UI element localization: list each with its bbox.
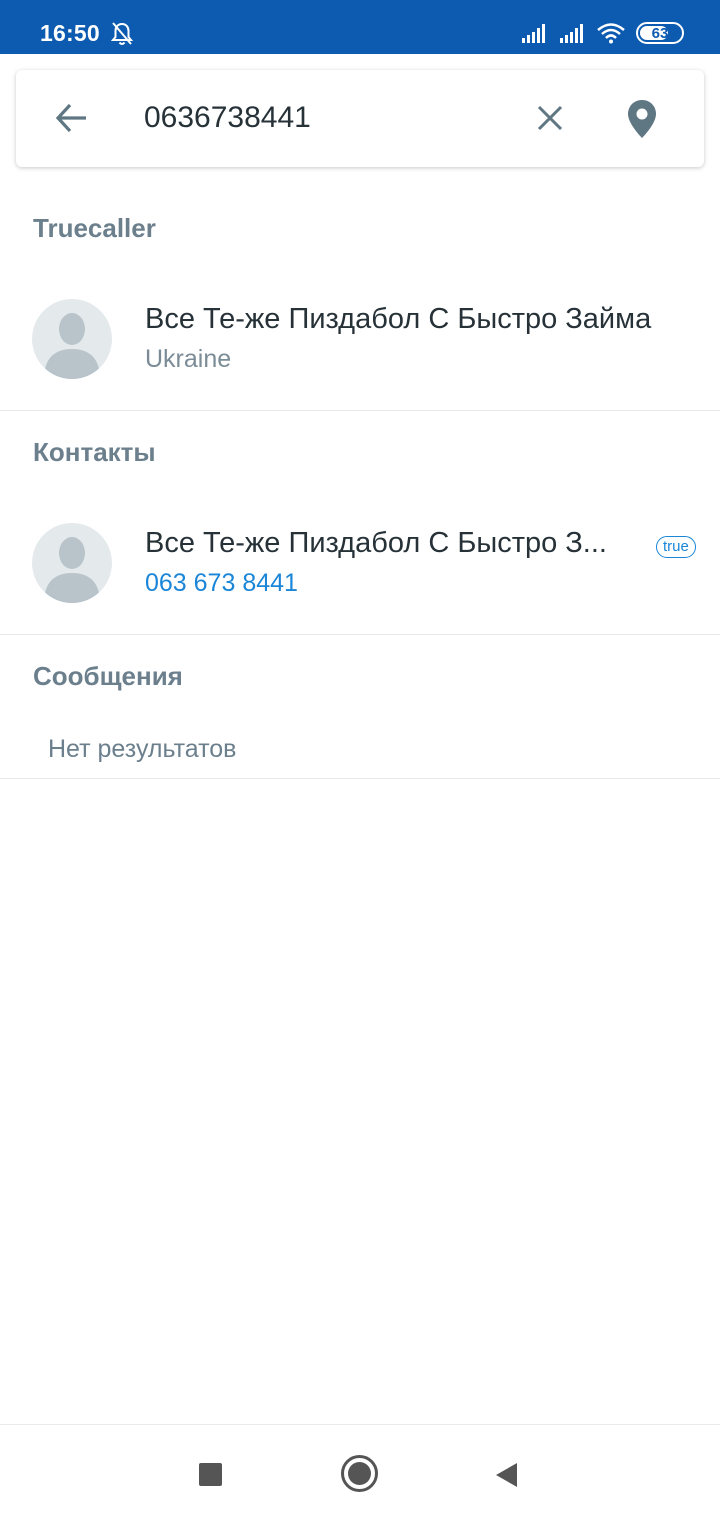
divider: [0, 634, 720, 635]
truecaller-result-item[interactable]: Все Те-же Пиздабол С Быстро Займа Ukrain…: [0, 299, 720, 395]
search-bar: [16, 70, 704, 167]
section-header-contacts: Контакты: [33, 437, 156, 467]
person-placeholder-icon: [44, 537, 100, 603]
status-time: 16:50: [40, 20, 100, 46]
navigation-bar: [0, 1424, 720, 1520]
wifi-icon: [597, 23, 625, 44]
true-badge: true: [656, 536, 696, 558]
person-placeholder-icon: [44, 313, 100, 379]
close-icon[interactable]: [532, 100, 568, 136]
contact-country: Ukraine: [145, 345, 232, 373]
back-icon[interactable]: [494, 1461, 518, 1489]
signal-icon: [560, 24, 583, 43]
battery-icon: 63: [636, 22, 684, 44]
section-header-messages: Сообщения: [33, 661, 183, 691]
home-icon[interactable]: [341, 1455, 378, 1492]
search-input[interactable]: [144, 98, 504, 138]
no-results-text: Нет результатов: [48, 735, 237, 763]
contact-phone[interactable]: 063 673 8441: [145, 569, 298, 598]
status-indicators: 63: [520, 22, 684, 44]
avatar: [32, 299, 112, 379]
arrow-left-icon[interactable]: [52, 98, 92, 138]
recent-apps-icon[interactable]: [199, 1463, 222, 1486]
signal-icon: [522, 24, 545, 43]
bell-off-icon: [110, 22, 134, 45]
status-bar: 16:50 63: [0, 0, 720, 54]
divider: [0, 778, 720, 779]
section-header-truecaller: Truecaller: [33, 213, 156, 243]
divider: [0, 410, 720, 411]
contact-result-item[interactable]: Все Те-же Пиздабол С Быстро З... true 06…: [0, 523, 720, 619]
contact-name: Все Те-же Пиздабол С Быстро З...: [145, 527, 607, 559]
location-pin-icon[interactable]: [622, 98, 662, 140]
avatar: [32, 523, 112, 603]
contact-name: Все Те-же Пиздабол С Быстро Займа: [145, 303, 652, 335]
battery-percentage: 63: [651, 24, 669, 42]
